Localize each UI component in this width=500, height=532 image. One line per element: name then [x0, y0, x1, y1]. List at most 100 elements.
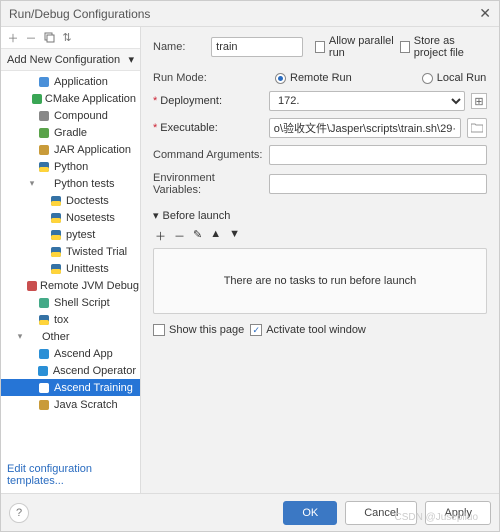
copy-icon[interactable] — [43, 32, 55, 44]
node-label: CMake Application — [45, 93, 136, 105]
node-label: Unittests — [66, 263, 109, 275]
node-icon — [49, 263, 63, 275]
env-vars-label: Environment Variables: — [153, 172, 263, 196]
cancel-button[interactable]: Cancel — [345, 501, 417, 525]
add-deployment-button[interactable]: ⊞ — [471, 93, 487, 109]
node-label: Shell Script — [54, 297, 110, 309]
node-label: JAR Application — [54, 144, 131, 156]
add-task-icon[interactable]: ＋ — [155, 228, 166, 244]
edit-templates-link[interactable]: Edit configuration templates... — [1, 457, 140, 493]
node-icon — [37, 144, 51, 156]
cmd-args-input[interactable] — [269, 145, 487, 165]
tree-node[interactable]: Twisted Trial — [1, 243, 140, 260]
tree-node[interactable]: CMake Application — [1, 90, 140, 107]
config-tree: Application CMake Application Compound Grad… — [1, 71, 140, 457]
node-icon — [37, 161, 51, 173]
node-label: Gradle — [54, 127, 87, 139]
deployment-select[interactable]: 172. — [269, 91, 465, 111]
node-icon — [37, 76, 51, 88]
node-icon — [49, 246, 63, 258]
ok-button[interactable]: OK — [283, 501, 337, 525]
dialog-title: Run/Debug Configurations — [9, 7, 479, 21]
add-new-configuration[interactable]: Add New Configuration ▾ — [1, 49, 140, 71]
tree-node[interactable]: Java Scratch — [1, 396, 140, 413]
node-icon — [32, 93, 42, 105]
node-icon — [37, 297, 51, 309]
node-icon — [49, 195, 63, 207]
node-label: Python — [54, 161, 88, 173]
form-panel: Name: Allow parallel run Store as projec… — [141, 27, 499, 493]
close-icon[interactable]: ✕ — [479, 5, 491, 22]
sidebar-toolbar: ＋ － ⇅ — [1, 27, 140, 49]
tree-node[interactable]: tox — [1, 311, 140, 328]
node-label: Java Scratch — [54, 399, 118, 411]
tree-node[interactable]: Shell Script — [1, 294, 140, 311]
before-launch-toolbar: ＋ － ✎ ▲ ▼ — [153, 226, 487, 248]
allow-parallel-checkbox[interactable]: Allow parallel run — [315, 35, 394, 59]
tree-node[interactable]: ▾Python tests — [1, 175, 140, 192]
node-label: Ascend Operator — [53, 365, 136, 377]
remove-task-icon[interactable]: － — [174, 228, 185, 244]
node-icon — [37, 127, 51, 139]
node-label: Application — [54, 76, 108, 88]
local-run-radio[interactable]: Local Run — [422, 72, 487, 84]
name-label: Name: — [153, 41, 205, 53]
tree-node[interactable]: Gradle — [1, 124, 140, 141]
remove-icon[interactable]: － — [25, 32, 37, 44]
store-project-checkbox[interactable]: Store as project file — [400, 35, 487, 59]
node-label: Other — [42, 331, 70, 343]
add-icon[interactable]: ＋ — [7, 32, 19, 44]
node-icon — [37, 314, 51, 326]
tree-node[interactable]: Nosetests — [1, 209, 140, 226]
name-input[interactable] — [211, 37, 303, 57]
node-label: tox — [54, 314, 69, 326]
tree-node[interactable]: Ascend Operator — [1, 362, 140, 379]
before-launch-section[interactable]: ▾Before launch — [153, 209, 487, 222]
node-label: Twisted Trial — [66, 246, 127, 258]
twisty-icon: ▾ — [15, 331, 25, 342]
chevron-down-icon: ▾ — [128, 53, 134, 66]
tree-node[interactable]: ▾ Other — [1, 328, 140, 345]
edit-task-icon[interactable]: ✎ — [193, 228, 202, 244]
node-label: Compound — [54, 110, 108, 122]
node-icon — [37, 365, 50, 377]
tree-node[interactable]: Remote JVM Debug — [1, 277, 140, 294]
node-icon — [27, 280, 37, 292]
tree-node[interactable]: Compound — [1, 107, 140, 124]
run-mode-label: Run Mode: — [153, 72, 219, 84]
apply-button[interactable]: Apply — [425, 501, 491, 525]
deployment-label: *Deployment: — [153, 95, 263, 107]
show-page-checkbox[interactable]: Show this page — [153, 324, 244, 336]
node-icon — [37, 382, 51, 394]
before-launch-list: There are no tasks to run before launch — [153, 248, 487, 314]
node-label: pytest — [66, 229, 95, 241]
executable-label: *Executable: — [153, 122, 263, 134]
sidebar: ＋ － ⇅ Add New Configuration ▾ Applicatio… — [1, 27, 141, 493]
node-label: Nosetests — [66, 212, 115, 224]
tree-node[interactable]: Doctests — [1, 192, 140, 209]
help-button[interactable]: ? — [9, 503, 29, 523]
tree-node[interactable]: JAR Application — [1, 141, 140, 158]
sort-icon[interactable]: ⇅ — [61, 32, 73, 44]
remote-run-radio[interactable]: Remote Run — [275, 72, 352, 84]
chevron-down-icon: ▾ — [153, 209, 159, 222]
tree-node[interactable]: Application — [1, 73, 140, 90]
node-label: Doctests — [66, 195, 109, 207]
tree-node[interactable]: Ascend App — [1, 345, 140, 362]
tree-node[interactable]: Ascend Training — [1, 379, 140, 396]
node-label: Python tests — [54, 178, 115, 190]
tree-node[interactable]: Python — [1, 158, 140, 175]
env-vars-input[interactable] — [269, 174, 487, 194]
tree-node[interactable]: pytest — [1, 226, 140, 243]
tree-node[interactable]: Unittests — [1, 260, 140, 277]
down-icon[interactable]: ▼ — [229, 228, 240, 244]
node-icon — [37, 110, 51, 122]
executable-input[interactable] — [269, 118, 461, 138]
node-icon — [37, 399, 51, 411]
node-label: Ascend Training — [54, 382, 133, 394]
activate-tool-checkbox[interactable]: ✓Activate tool window — [250, 324, 366, 336]
node-icon — [37, 178, 51, 190]
node-label: Remote JVM Debug — [40, 280, 139, 292]
browse-executable-button[interactable] — [467, 118, 487, 138]
up-icon[interactable]: ▲ — [210, 228, 221, 244]
